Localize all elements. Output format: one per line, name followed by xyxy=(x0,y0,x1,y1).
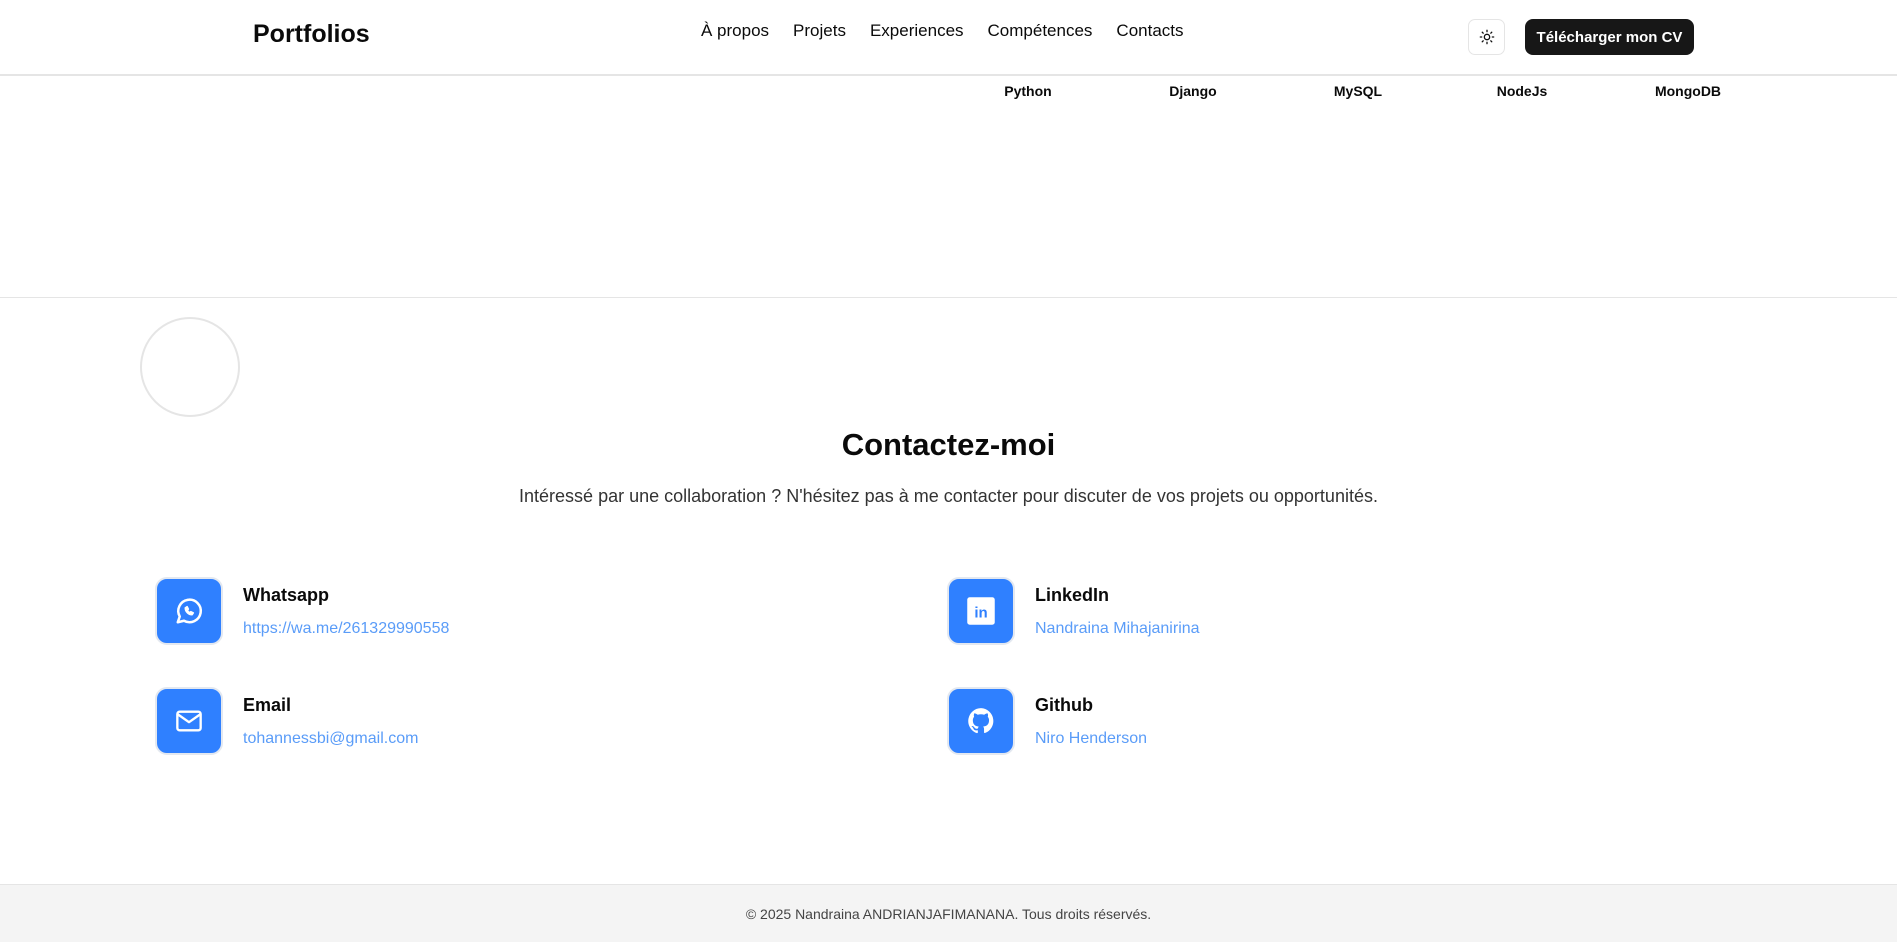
site-footer: © 2025 Nandraina ANDRIANJAFIMANANA. Tous… xyxy=(0,884,1897,942)
contact-link-email[interactable]: tohannessbi@gmail.com xyxy=(243,730,418,748)
contact-card-email[interactable]: Email tohannessbi@gmail.com xyxy=(155,687,418,755)
section-divider xyxy=(0,297,1897,298)
contact-link-linkedin[interactable]: Nandraina Mihajanirina xyxy=(1035,620,1200,638)
contact-title-whatsapp: Whatsapp xyxy=(243,585,330,605)
whatsapp-icon xyxy=(176,598,203,624)
main-nav: À propos Projets Experiences Compétences… xyxy=(701,21,1184,41)
sun-icon xyxy=(1479,29,1494,45)
download-cv-button[interactable]: Télécharger mon CV xyxy=(1525,19,1694,55)
decorative-circle xyxy=(140,317,240,417)
copyright-text: © 2025 Nandraina ANDRIANJAFIMANANA. Tous… xyxy=(745,905,1152,922)
contact-title: Contactez-moi xyxy=(841,427,1056,462)
linkedin-icon: in xyxy=(967,597,995,625)
contact-link-whatsapp[interactable]: https://wa.me/261329990558 xyxy=(243,620,449,638)
skill-label: MongoDB xyxy=(1654,83,1722,99)
github-icon xyxy=(968,708,994,734)
skill-label: MySQL xyxy=(1333,83,1383,99)
contact-title-linkedin: LinkedIn xyxy=(1035,585,1110,605)
mail-icon xyxy=(176,710,202,732)
contact-title-email: Email xyxy=(243,695,292,715)
site-header: Portfolios À propos Projets Experiences … xyxy=(0,0,1897,76)
contact-subtitle: Intéressé par une collaboration ? N'hési… xyxy=(519,486,1378,506)
skill-label: NodeJs xyxy=(1496,83,1548,99)
contact-title-github: Github xyxy=(1035,695,1093,715)
skill-label: Django xyxy=(1169,83,1217,99)
nav-competences[interactable]: Compétences xyxy=(988,21,1093,41)
skill-label: Python xyxy=(1004,83,1052,99)
nav-apropos[interactable]: À propos xyxy=(701,21,769,41)
nav-contacts[interactable]: Contacts xyxy=(1116,21,1183,41)
contact-link-github[interactable]: Niro Henderson xyxy=(1035,730,1147,748)
contact-card-whatsapp[interactable]: Whatsapp https://wa.me/261329990558 xyxy=(155,577,449,645)
nav-experiences[interactable]: Experiences xyxy=(870,21,964,41)
contact-card-linkedin[interactable]: in LinkedIn Nandraina Mihajanirina xyxy=(947,577,1200,645)
contact-card-github[interactable]: Github Niro Henderson xyxy=(947,687,1147,755)
nav-projets[interactable]: Projets xyxy=(793,21,846,41)
svg-text:in: in xyxy=(974,604,987,621)
logo[interactable]: Portfolios xyxy=(253,20,370,49)
theme-toggle-button[interactable] xyxy=(1468,19,1505,55)
